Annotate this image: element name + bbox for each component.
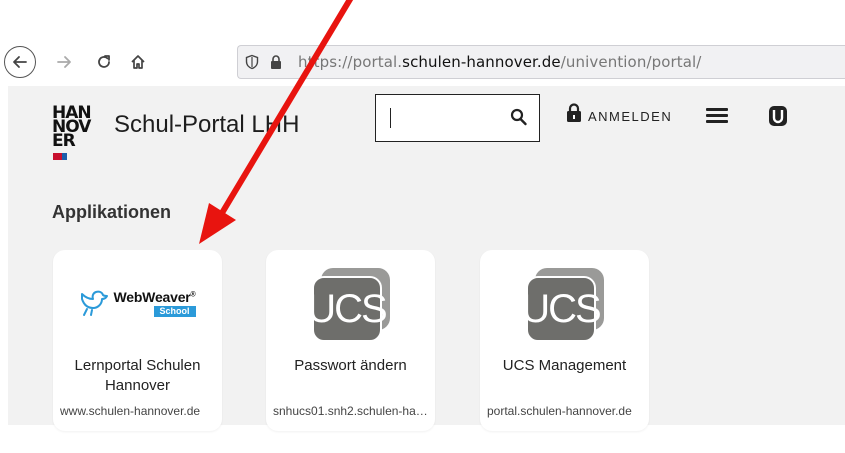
app-name: Lernportal Schulen Hannover <box>74 357 201 394</box>
reload-icon <box>98 55 110 68</box>
arrow-left-icon <box>13 56 27 68</box>
hannover-logo: HAN NOV ER <box>52 105 92 162</box>
search-icon[interactable] <box>510 107 528 127</box>
app-url: snhucs01.snh2.schulen-hannover.de <box>273 404 428 418</box>
app-url: portal.schulen-hannover.de <box>487 404 632 418</box>
search-input[interactable] <box>375 94 540 142</box>
app-name: Passwort ändern <box>294 357 407 374</box>
back-button[interactable] <box>4 46 36 78</box>
url-text: https://portal.schulen-hannover.de/unive… <box>298 53 702 71</box>
shield-icon <box>242 52 262 72</box>
app-name: UCS Management <box>502 357 627 374</box>
ucs-logo: UCS <box>307 268 390 342</box>
app-tile-lernportal[interactable]: WebWeaver® School Lernportal Schulen Han… <box>49 250 222 432</box>
app-url: www.schulen-hannover.de <box>60 404 201 418</box>
bird-icon <box>81 290 109 316</box>
lock-icon[interactable] <box>566 103 582 123</box>
hamburger-menu-icon[interactable] <box>706 108 728 124</box>
padlock-icon <box>266 52 286 72</box>
home-button[interactable] <box>124 48 152 76</box>
address-bar[interactable]: https://portal.schulen-hannover.de/unive… <box>237 45 845 79</box>
section-title: Applikationen <box>52 202 172 222</box>
arrow-right-icon <box>57 56 71 68</box>
reload-button[interactable] <box>90 48 118 76</box>
browser-toolbar: https://portal.schulen-hannover.de/unive… <box>0 40 845 86</box>
app-tile-passwort[interactable]: UCS Passwort ändern snhucs01.snh2.schule… <box>262 250 435 432</box>
ucs-logo: UCS <box>521 268 604 342</box>
portal-page: HAN NOV ER Schul-Portal LHH ANMELDEN App… <box>8 86 845 432</box>
portal-title: Schul-Portal LHH <box>114 111 300 138</box>
login-button[interactable]: ANMELDEN <box>588 109 672 124</box>
forward-button[interactable] <box>50 48 78 76</box>
app-tile-ucs-management[interactable]: UCS UCS Management portal.schulen-hannov… <box>476 250 649 432</box>
univention-icon[interactable] <box>768 105 788 127</box>
home-icon <box>131 55 145 69</box>
webweaver-logo: WebWeaver® School <box>79 289 196 317</box>
